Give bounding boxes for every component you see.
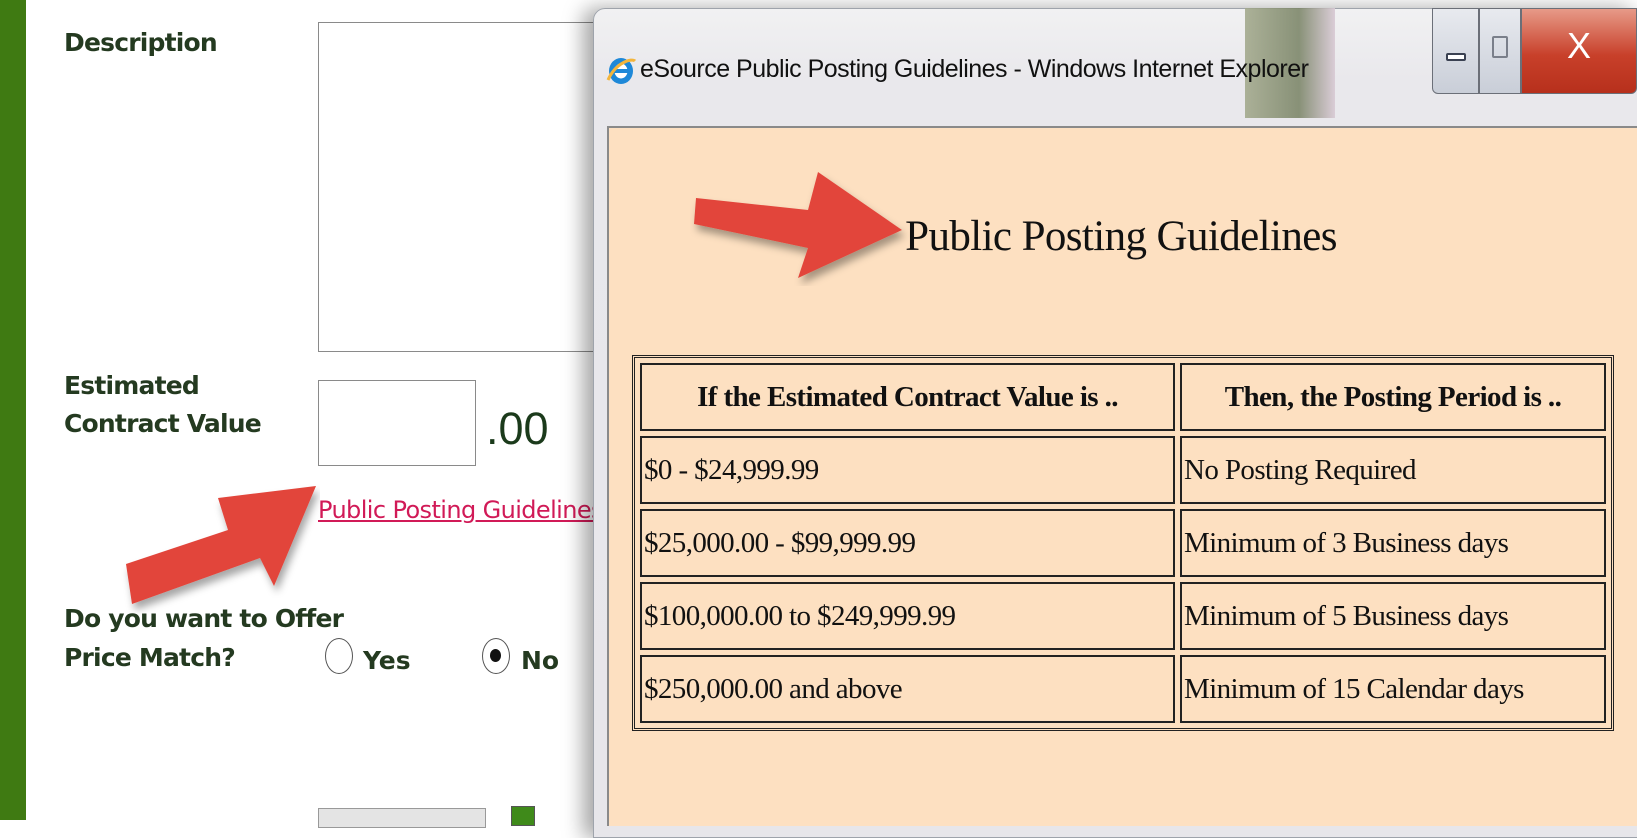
price-match-no-label: No — [521, 646, 560, 675]
closing-date-input[interactable] — [318, 808, 486, 828]
price-match-yes-radio[interactable] — [325, 638, 353, 674]
table-header-row: If the Estimated Contract Value is .. Th… — [640, 363, 1606, 431]
table-row: $0 - $24,999.99 No Posting Required — [640, 436, 1606, 504]
annotation-arrow-link — [126, 486, 316, 604]
table-cell-value: $0 - $24,999.99 — [640, 436, 1175, 504]
minimize-icon[interactable] — [1432, 8, 1479, 94]
table-row: $100,000.00 to $249,999.99 Minimum of 5 … — [640, 582, 1606, 650]
table-row: $250,000.00 and above Minimum of 15 Cale… — [640, 655, 1606, 723]
close-icon[interactable]: X — [1521, 8, 1637, 94]
table-header-value: If the Estimated Contract Value is .. — [640, 363, 1175, 431]
cents-suffix: .00 — [486, 403, 549, 454]
description-label: Description — [64, 28, 218, 57]
estimated-value-input[interactable] — [318, 380, 476, 466]
table-cell-value: $250,000.00 and above — [640, 655, 1175, 723]
ie-icon — [606, 58, 636, 84]
guidelines-table: If the Estimated Contract Value is .. Th… — [632, 355, 1614, 731]
table-cell-value: $25,000.00 - $99,999.99 — [640, 509, 1175, 577]
calendar-icon[interactable] — [511, 806, 535, 826]
table-header-period: Then, the Posting Period is .. — [1180, 363, 1606, 431]
table-cell-period: No Posting Required — [1180, 436, 1606, 504]
price-match-label-line2: Price Match? — [64, 643, 236, 672]
price-match-yes-label: Yes — [363, 646, 411, 675]
radio-selected-dot — [490, 649, 501, 662]
window-title: eSource Public Posting Guidelines - Wind… — [640, 55, 1309, 83]
table-row: $25,000.00 - $99,999.99 Minimum of 3 Bus… — [640, 509, 1606, 577]
table-cell-period: Minimum of 15 Calendar days — [1180, 655, 1606, 723]
annotation-arrow-heading — [694, 172, 902, 278]
price-match-no-radio[interactable] — [482, 638, 510, 674]
table-cell-period: Minimum of 5 Business days — [1180, 582, 1606, 650]
table-cell-period: Minimum of 3 Business days — [1180, 509, 1606, 577]
description-textarea[interactable] — [318, 22, 618, 352]
maximize-icon[interactable] — [1479, 8, 1521, 94]
table-cell-value: $100,000.00 to $249,999.99 — [640, 582, 1175, 650]
left-accent-bar — [0, 0, 26, 820]
estimated-label-line1: Estimated — [64, 371, 200, 400]
estimated-label-line2: Contract Value — [64, 409, 262, 438]
public-posting-guidelines-link[interactable]: Public Posting Guidelines — [318, 496, 604, 524]
